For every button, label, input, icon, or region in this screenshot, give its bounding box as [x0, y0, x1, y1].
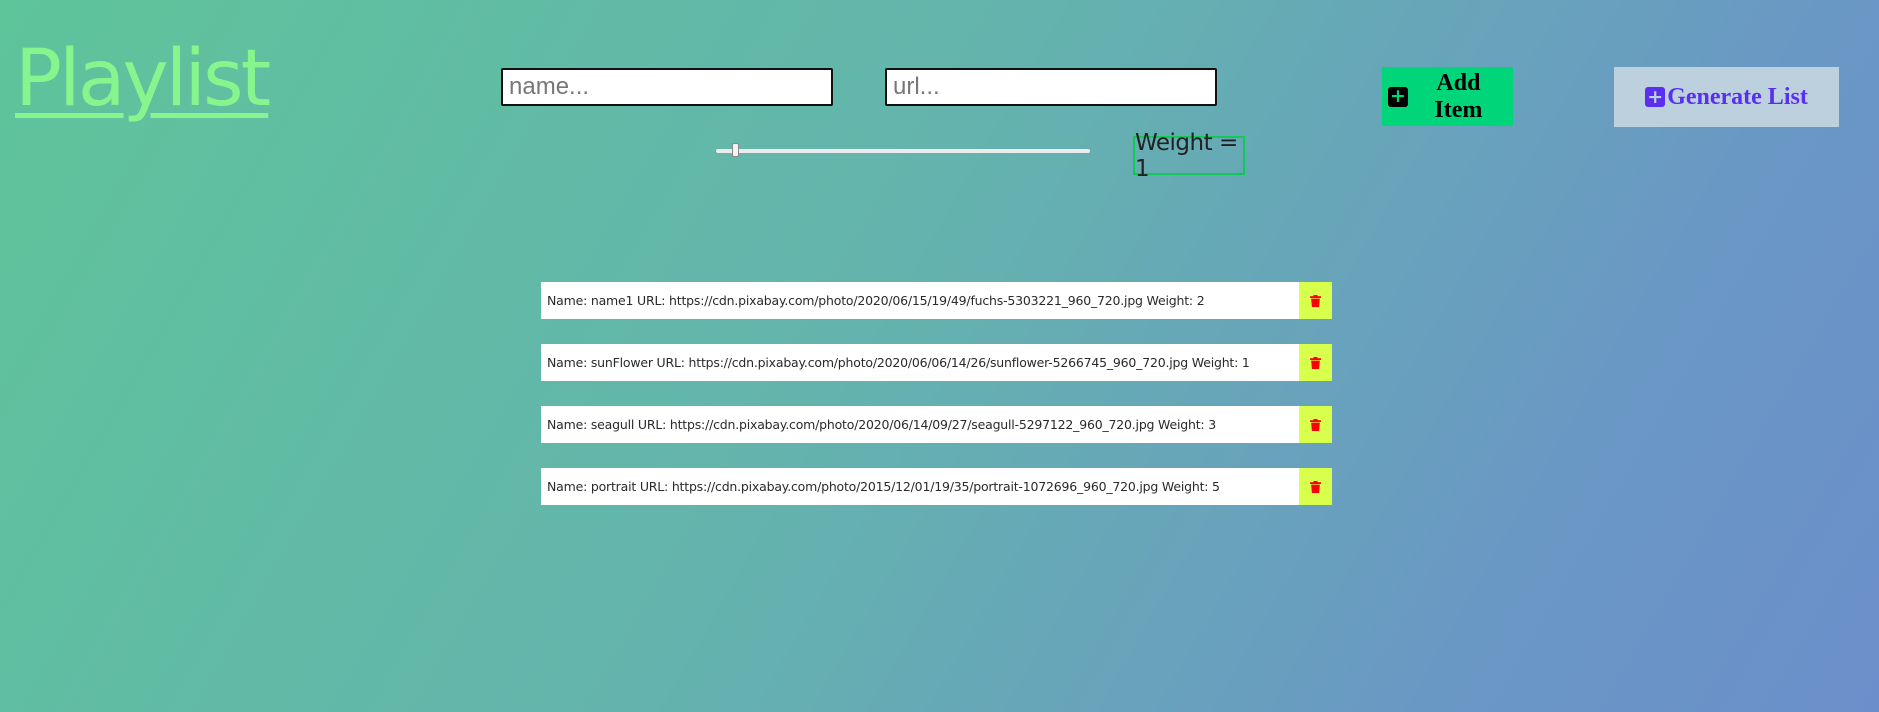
generate-list-label: Generate List: [1667, 83, 1808, 110]
weight-slider-thumb[interactable]: [731, 143, 739, 157]
delete-item-button[interactable]: [1299, 282, 1332, 319]
list-item-text: Name: name1 URL: https://cdn.pixabay.com…: [541, 282, 1299, 319]
delete-item-button[interactable]: [1299, 468, 1332, 505]
list-item: Name: name1 URL: https://cdn.pixabay.com…: [541, 282, 1332, 319]
delete-item-button[interactable]: [1299, 406, 1332, 443]
list-item-text: Name: sunFlower URL: https://cdn.pixabay…: [541, 344, 1299, 381]
trash-icon: [1310, 294, 1321, 307]
list-item: Name: seagull URL: https://cdn.pixabay.c…: [541, 406, 1332, 443]
page-title[interactable]: Playlist: [15, 40, 271, 118]
list-item-text: Name: seagull URL: https://cdn.pixabay.c…: [541, 406, 1299, 443]
plus-square-icon: +: [1388, 85, 1408, 107]
plus-square-icon: +: [1645, 87, 1666, 107]
weight-label: Weight = 1: [1133, 130, 1245, 182]
list-item: Name: sunFlower URL: https://cdn.pixabay…: [541, 344, 1332, 381]
delete-item-button[interactable]: [1299, 344, 1332, 381]
generate-list-button[interactable]: + Generate List: [1614, 67, 1839, 127]
trash-icon: [1310, 418, 1321, 431]
weight-slider[interactable]: [716, 143, 1090, 157]
add-item-label: Add Item: [1434, 69, 1483, 123]
trash-icon: [1310, 480, 1321, 493]
list-item-text: Name: portrait URL: https://cdn.pixabay.…: [541, 468, 1299, 505]
list-item: Name: portrait URL: https://cdn.pixabay.…: [541, 468, 1332, 505]
playlist-items: Name: name1 URL: https://cdn.pixabay.com…: [541, 282, 1332, 530]
trash-icon: [1310, 356, 1321, 369]
add-item-button[interactable]: + Add Item: [1382, 67, 1513, 126]
url-input[interactable]: [885, 68, 1217, 106]
name-input[interactable]: [501, 68, 833, 106]
